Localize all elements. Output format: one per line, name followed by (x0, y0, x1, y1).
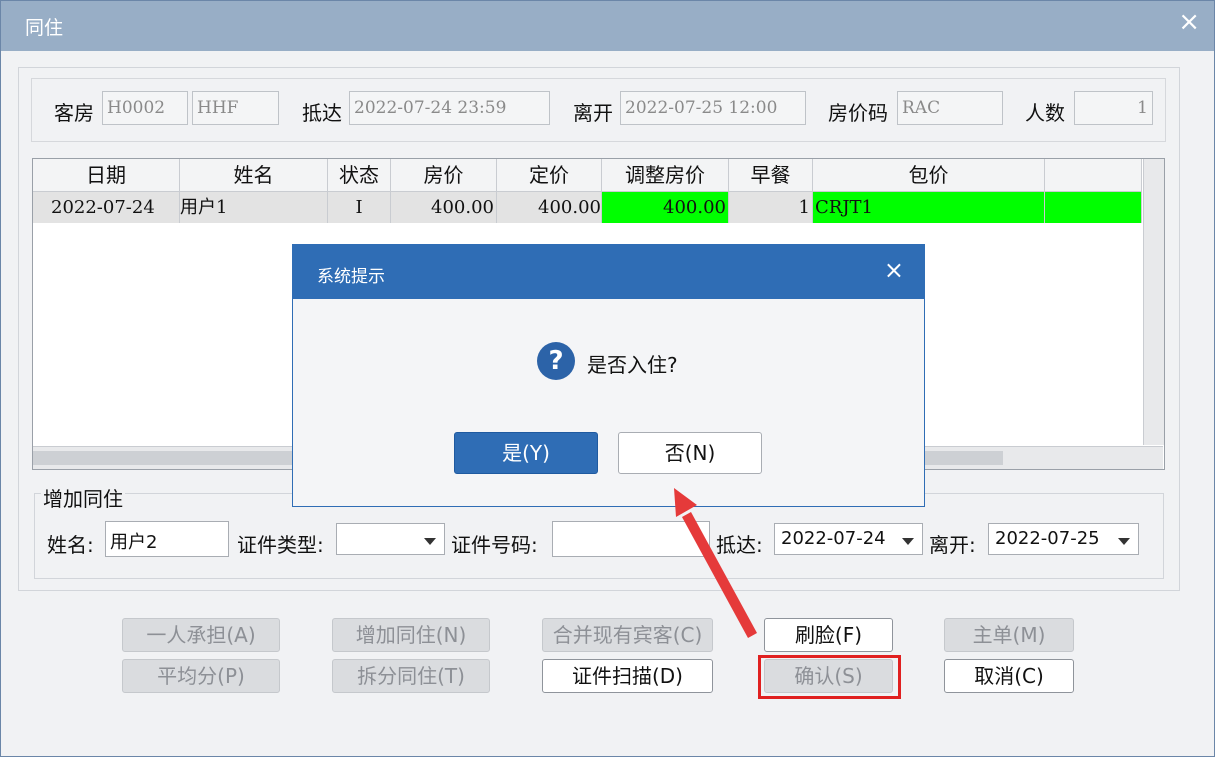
column-header-status[interactable]: 状态 (328, 159, 391, 192)
id-number-input[interactable] (552, 521, 710, 557)
master-folio-button[interactable]: 主单(M) (944, 618, 1074, 652)
id-number-label: 证件号码: (451, 533, 538, 557)
cell-rate[interactable]: 400.00 (391, 192, 497, 223)
dialog-message: 是否入住? (587, 353, 678, 377)
cell-extra[interactable] (1045, 192, 1142, 223)
window-title: 同住 (25, 17, 64, 39)
depart-date-picker[interactable]: 2022-07-25 (988, 523, 1139, 555)
id-scan-button[interactable]: 证件扫描(D) (542, 659, 713, 693)
column-header-adjusted-rate[interactable]: 调整房价 (602, 159, 729, 192)
column-header-breakfast[interactable]: 早餐 (729, 159, 813, 192)
close-icon[interactable]: × (1178, 7, 1200, 37)
cancel-button[interactable]: 取消(C) (944, 659, 1074, 693)
arrive-date-label: 抵达: (716, 533, 763, 557)
persons-field[interactable]: 1 (1074, 91, 1153, 125)
id-type-label: 证件类型: (237, 533, 324, 557)
rate-code-label: 房价码 (828, 101, 888, 125)
no-button[interactable]: 否(N) (618, 432, 762, 474)
merge-guest-button[interactable]: 合并现有宾客(C) (542, 618, 713, 652)
system-prompt-dialog: 系统提示 × ? 是否入住? 是(Y) 否(N) (292, 244, 925, 507)
add-share-legend: 增加同住 (41, 483, 125, 512)
chevron-down-icon[interactable] (1118, 538, 1130, 545)
arrive-date-value: 2022-07-24 (781, 528, 886, 549)
cell-package[interactable]: CRJT1 (813, 192, 1045, 223)
column-header-package[interactable]: 包价 (813, 159, 1045, 192)
chevron-down-icon[interactable] (902, 538, 914, 545)
cell-adjusted-rate[interactable]: 400.00 (602, 192, 729, 223)
room-type-field[interactable]: HHF (192, 91, 279, 125)
depart-date-label: 离开: (929, 533, 976, 557)
arrive-label: 抵达 (302, 101, 342, 125)
depart-field[interactable]: 2022-07-25 12:00 (620, 91, 806, 125)
title-bar: 同住 × (1, 1, 1214, 51)
room-code-field[interactable]: H0002 (102, 91, 188, 125)
name-input[interactable]: 用户2 (105, 521, 229, 557)
column-header-name[interactable]: 姓名 (180, 159, 328, 192)
id-type-select[interactable] (336, 523, 445, 555)
yes-button[interactable]: 是(Y) (454, 432, 598, 474)
split-share-button[interactable]: 拆分同住(T) (332, 659, 490, 693)
cell-name[interactable]: 用户1 (180, 192, 328, 223)
column-header-list-price[interactable]: 定价 (497, 159, 602, 192)
arrive-date-picker[interactable]: 2022-07-24 (774, 523, 923, 555)
chevron-down-icon[interactable] (424, 538, 436, 545)
rate-code-field[interactable]: RAC (897, 91, 1003, 125)
dialog-title: 系统提示 (317, 267, 385, 287)
question-icon: ? (537, 342, 575, 380)
vertical-scrollbar[interactable] (1143, 159, 1164, 445)
room-label: 客房 (54, 101, 94, 125)
persons-label: 人数 (1025, 101, 1065, 125)
cell-status[interactable]: I (328, 192, 391, 223)
depart-label: 离开 (573, 101, 613, 125)
face-scan-button[interactable]: 刷脸(F) (764, 618, 893, 652)
confirm-highlight-box (758, 655, 901, 699)
cell-date[interactable]: 2022-07-24 (33, 192, 180, 223)
arrive-field[interactable]: 2022-07-24 23:59 (349, 91, 550, 125)
depart-date-value: 2022-07-25 (995, 528, 1100, 549)
column-header-rate[interactable]: 房价 (391, 159, 497, 192)
one-person-button[interactable]: 一人承担(A) (122, 618, 280, 652)
split-even-button[interactable]: 平均分(P) (122, 659, 280, 693)
cell-breakfast[interactable]: 1 (729, 192, 813, 223)
add-share-button[interactable]: 增加同住(N) (332, 618, 490, 652)
column-header-date[interactable]: 日期 (33, 159, 180, 192)
cell-list-price[interactable]: 400.00 (497, 192, 602, 223)
close-icon[interactable]: × (884, 256, 904, 284)
column-header-extra[interactable] (1045, 159, 1142, 192)
name-label: 姓名: (47, 533, 94, 557)
dialog-title-bar: 系统提示 × (293, 245, 924, 299)
